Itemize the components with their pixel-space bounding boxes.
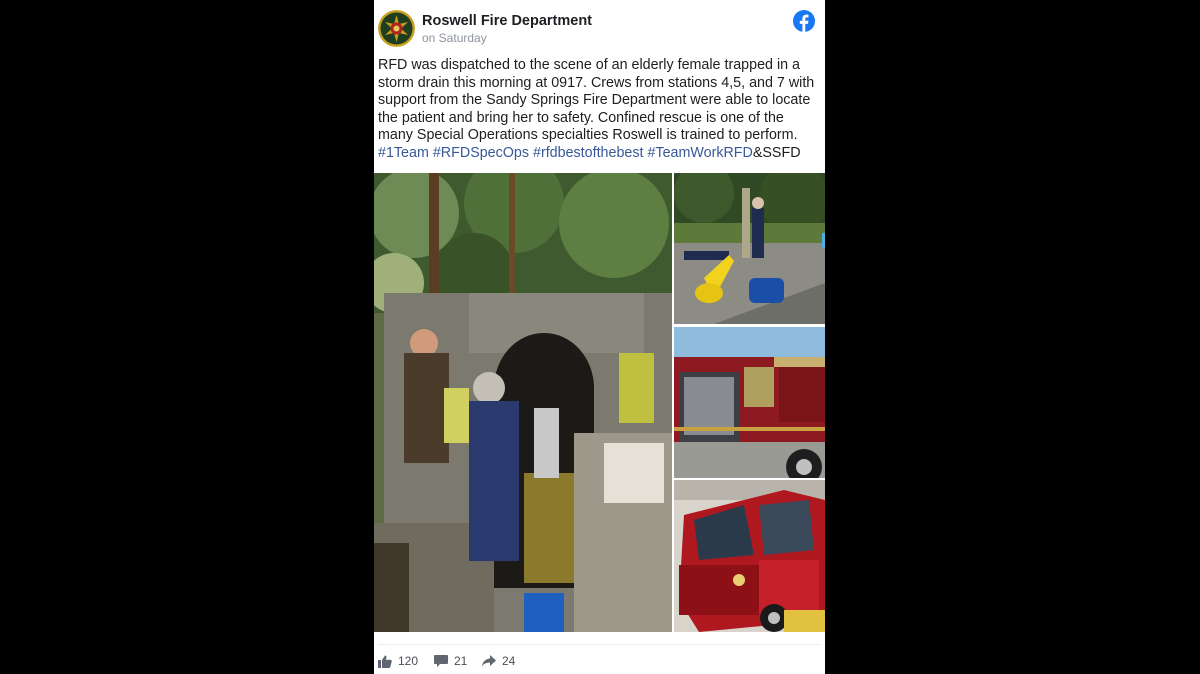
- footer-divider: [378, 644, 821, 645]
- photo-fire-engine-side[interactable]: [674, 327, 825, 478]
- comments-label: 21: [454, 654, 468, 668]
- hashtag-teamworkrfd[interactable]: #TeamWorkRFD: [647, 145, 752, 161]
- likes-label: 120: [398, 654, 419, 668]
- shares-count[interactable]: 24: [482, 654, 515, 668]
- post-text: RFD was dispatched to the scene of an el…: [378, 57, 820, 163]
- fire-department-logo-icon: [378, 10, 415, 47]
- facebook-icon[interactable]: [793, 10, 815, 32]
- comments-count[interactable]: 21: [434, 654, 467, 668]
- post-header: Roswell Fire Department on Saturday: [374, 0, 825, 56]
- hashtag-1team[interactable]: #1Team: [378, 145, 429, 161]
- thumbs-up-icon: [378, 655, 392, 668]
- hashtag-rfdspecops[interactable]: #RFDSpecOps: [433, 145, 529, 161]
- likes-count[interactable]: 120: [378, 654, 418, 668]
- comment-icon: [434, 655, 448, 667]
- post-text-suffix: &SSFD: [752, 144, 801, 161]
- hashtag-rfdbestofthebest[interactable]: #rfdbestofthebest: [533, 145, 643, 161]
- shares-label: 24: [502, 654, 516, 668]
- photo-street-scene[interactable]: [674, 173, 825, 324]
- photo-storm-drain-rescue[interactable]: [374, 173, 672, 632]
- page-name[interactable]: Roswell Fire Department: [422, 13, 592, 29]
- post-timestamp[interactable]: on Saturday: [422, 31, 487, 45]
- post-body: RFD was dispatched to the scene of an el…: [378, 57, 815, 144]
- facebook-post-card: Roswell Fire Department on Saturday RFD …: [374, 0, 825, 674]
- share-icon: [482, 655, 496, 667]
- page-avatar[interactable]: [378, 10, 415, 47]
- photo-grid: [374, 173, 825, 632]
- photo-fire-engine-front[interactable]: [674, 480, 825, 632]
